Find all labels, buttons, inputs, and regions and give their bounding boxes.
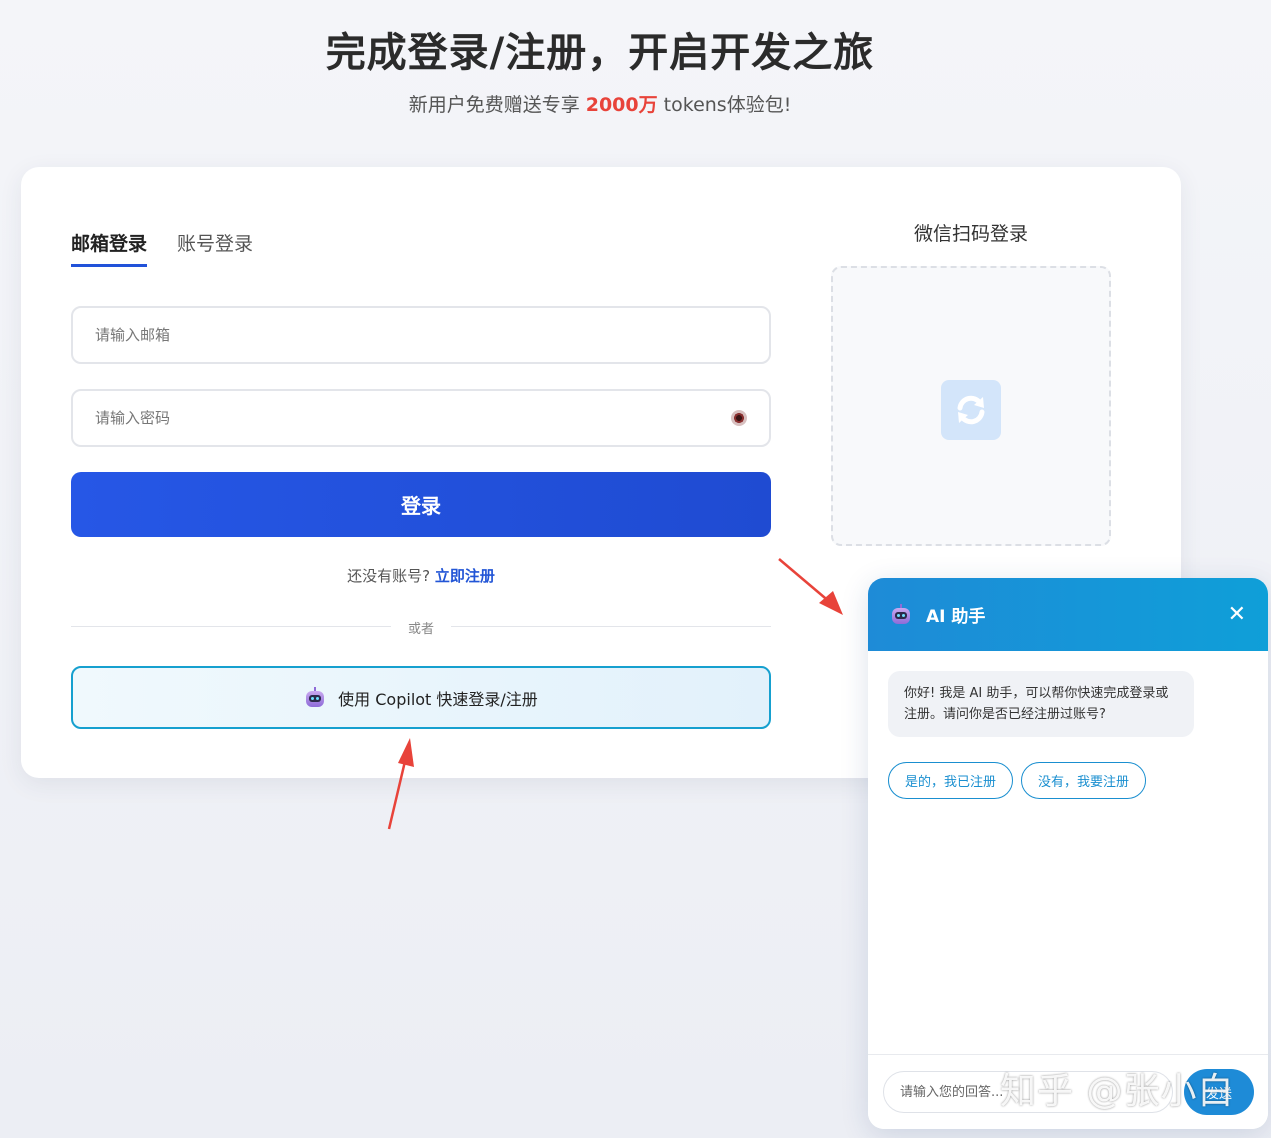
subtitle-suffix: tokens体验包! xyxy=(657,94,792,116)
assistant-message: 你好! 我是 AI 助手，可以帮你快速完成登录或注册。请问你是否已经注册过账号? xyxy=(888,671,1194,737)
password-input[interactable] xyxy=(95,409,731,427)
annotation-arrow-right xyxy=(778,558,843,615)
chat-title: AI 助手 xyxy=(926,607,986,627)
option-register-button[interactable]: 没有，我要注册 xyxy=(1021,762,1146,799)
register-row: 还没有账号? 立即注册 xyxy=(71,565,771,586)
email-field-wrapper xyxy=(71,306,771,364)
robot-icon xyxy=(304,686,326,709)
register-prompt: 还没有账号? xyxy=(347,567,431,585)
page-title: 完成登录/注册，开启开发之旅 xyxy=(325,30,875,76)
divider-line-right xyxy=(451,626,771,627)
copilot-label: 使用 Copilot 快速登录/注册 xyxy=(338,689,538,709)
ai-assistant-panel: AI 助手 ✕ 你好! 我是 AI 助手，可以帮你快速完成登录或注册。请问你是否… xyxy=(868,578,1268,1129)
tab-account-login[interactable]: 账号登录 xyxy=(177,229,253,267)
divider-text: 或者 xyxy=(407,622,434,637)
login-tabs: 邮箱登录 账号登录 xyxy=(71,229,253,267)
password-field-wrapper xyxy=(71,389,771,447)
refresh-icon[interactable] xyxy=(941,380,1001,440)
annotation-arrow-up xyxy=(387,738,414,830)
tab-email-login[interactable]: 邮箱登录 xyxy=(71,229,148,267)
option-registered-button[interactable]: 是的，我已注册 xyxy=(888,762,1013,799)
or-divider: 或者 xyxy=(71,617,771,637)
wechat-title: 微信扫码登录 xyxy=(913,223,1028,245)
chat-footer: 发送 xyxy=(868,1054,1268,1129)
token-amount: 2000万 xyxy=(585,94,658,116)
eye-icon[interactable] xyxy=(731,410,747,426)
subtitle-prefix: 新用户免费赠送专享 xyxy=(408,94,586,116)
login-button[interactable]: 登录 xyxy=(71,472,771,537)
page-subtitle: 新用户免费赠送专享 2000万 tokens体验包! xyxy=(0,90,1200,117)
wechat-qr-area xyxy=(831,266,1111,546)
email-input[interactable] xyxy=(95,326,747,344)
close-icon[interactable]: ✕ xyxy=(1228,602,1246,627)
copilot-login-button[interactable]: 使用 Copilot 快速登录/注册 xyxy=(71,666,771,729)
chat-input[interactable] xyxy=(883,1071,1173,1113)
send-button[interactable]: 发送 xyxy=(1184,1069,1254,1115)
robot-icon xyxy=(890,603,912,626)
chat-header: AI 助手 ✕ xyxy=(868,578,1268,651)
register-link[interactable]: 立即注册 xyxy=(435,567,495,585)
